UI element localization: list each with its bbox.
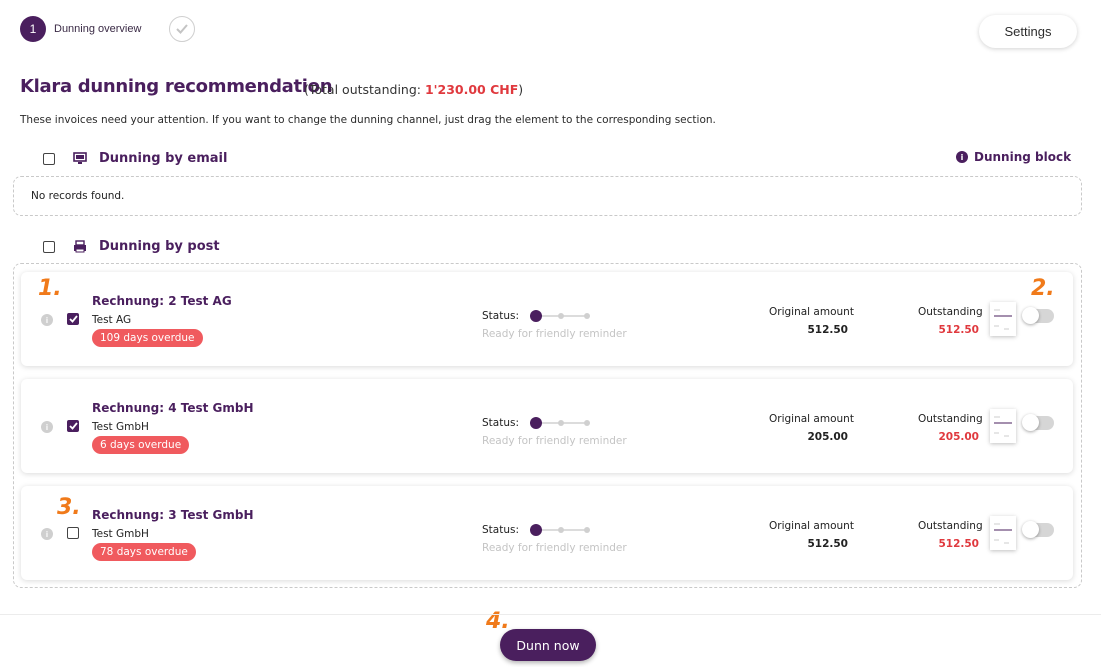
info-icon[interactable]: i [41, 314, 53, 326]
original-amount-value: 512.50 [807, 538, 848, 550]
settings-button[interactable]: Settings [979, 15, 1077, 48]
outstanding-value: 205.00 [938, 431, 979, 443]
status-step [584, 313, 590, 319]
invoice-company: Test AG [92, 314, 132, 326]
dunn-now-button[interactable]: Dunn now [500, 629, 596, 661]
invoice-card[interactable]: i Rechnung: 3 Test GmbH Test GmbH 78 day… [21, 486, 1073, 580]
dunning-block-link[interactable]: i Dunning block [956, 150, 1071, 164]
outstanding-label: Outstanding [918, 306, 983, 318]
dunning-block-label: Dunning block [974, 150, 1072, 164]
status-text: Ready for friendly reminder [482, 542, 627, 554]
dunning-block-toggle[interactable] [1022, 521, 1054, 538]
status-step [584, 527, 590, 533]
intro-text: These invoices need your attention. If y… [20, 114, 716, 126]
annotation-3: 3. [57, 495, 81, 520]
original-amount-label: Original amount [769, 520, 854, 532]
invoice-company: Test GmbH [92, 528, 149, 540]
invoice-checkbox[interactable] [67, 527, 79, 539]
overdue-badge: 109 days overdue [92, 329, 203, 347]
total-prefix: (Total outstanding: [304, 82, 425, 97]
total-outstanding: (Total outstanding: 1'230.00 CHF) [304, 82, 523, 97]
stepper: 1 Dunning overview [20, 16, 196, 42]
invoice-title[interactable]: Rechnung: 2 Test AG [92, 294, 232, 308]
email-select-all-checkbox[interactable] [43, 152, 55, 165]
invoice-company: Test GmbH [92, 421, 149, 433]
outstanding-value: 512.50 [938, 324, 979, 336]
status-text: Ready for friendly reminder [482, 435, 627, 447]
empty-state-text: No records found. [31, 190, 125, 202]
status-step-active [530, 310, 542, 322]
dunning-block-toggle[interactable] [1022, 307, 1054, 324]
annotation-4: 4. [486, 609, 510, 634]
info-icon[interactable]: i [41, 421, 53, 433]
invoice-card[interactable]: i Rechnung: 4 Test GmbH Test GmbH 6 days… [21, 379, 1073, 473]
annotation-2: 2. [1031, 276, 1055, 301]
printer-icon [73, 240, 87, 254]
original-amount-value: 205.00 [807, 431, 848, 443]
post-section-header: Dunning by post [43, 239, 220, 254]
email-dropzone[interactable]: No records found. [13, 176, 1082, 216]
status-text: Ready for friendly reminder [482, 328, 627, 340]
info-icon: i [956, 151, 968, 163]
status-progress [530, 310, 590, 322]
status-step [558, 420, 564, 426]
status-step [558, 313, 564, 319]
invoice-title[interactable]: Rechnung: 3 Test GmbH [92, 508, 254, 522]
overdue-badge: 6 days overdue [92, 436, 190, 454]
status-progress [530, 417, 590, 429]
status-label: Status: [482, 310, 519, 322]
step-2-check-icon[interactable] [169, 16, 196, 42]
original-amount-value: 512.50 [807, 324, 848, 336]
total-suffix: ) [518, 82, 524, 97]
original-amount-label: Original amount [769, 306, 854, 318]
status-label: Status: [482, 417, 519, 429]
status-progress [530, 524, 590, 536]
status-step-active [530, 524, 542, 536]
status-step [584, 420, 590, 426]
annotation-1: 1. [38, 276, 62, 301]
overdue-badge: 78 days overdue [92, 543, 196, 561]
outstanding-label: Outstanding [918, 520, 983, 532]
dunning-block-toggle[interactable] [1022, 414, 1054, 431]
status-label: Status: [482, 524, 519, 536]
total-amount: 1'230.00 CHF [424, 82, 519, 97]
page-title: Klara dunning recommendation [20, 76, 333, 97]
status-step [558, 527, 564, 533]
invoice-card[interactable]: i Rechnung: 2 Test AG Test AG 109 days o… [21, 272, 1073, 366]
original-amount-label: Original amount [769, 413, 854, 425]
email-section-header: Dunning by email [43, 151, 227, 166]
outstanding-label: Outstanding [918, 413, 983, 425]
post-select-all-checkbox[interactable] [43, 240, 55, 253]
step-1-label: Dunning overview [54, 23, 142, 35]
status-step-active [530, 417, 542, 429]
email-section-title: Dunning by email [99, 151, 228, 166]
invoice-checkbox[interactable] [67, 420, 79, 432]
document-thumbnail-icon[interactable] [990, 302, 1016, 336]
invoice-checkbox[interactable] [67, 313, 79, 325]
monitor-icon [73, 152, 87, 166]
info-icon[interactable]: i [41, 528, 53, 540]
document-thumbnail-icon[interactable] [990, 516, 1016, 550]
invoice-title[interactable]: Rechnung: 4 Test GmbH [92, 401, 254, 415]
outstanding-value: 512.50 [938, 538, 979, 550]
step-1-indicator[interactable]: 1 [20, 16, 46, 42]
document-thumbnail-icon[interactable] [990, 409, 1016, 443]
footer-divider [0, 614, 1101, 615]
post-section-title: Dunning by post [99, 239, 220, 254]
